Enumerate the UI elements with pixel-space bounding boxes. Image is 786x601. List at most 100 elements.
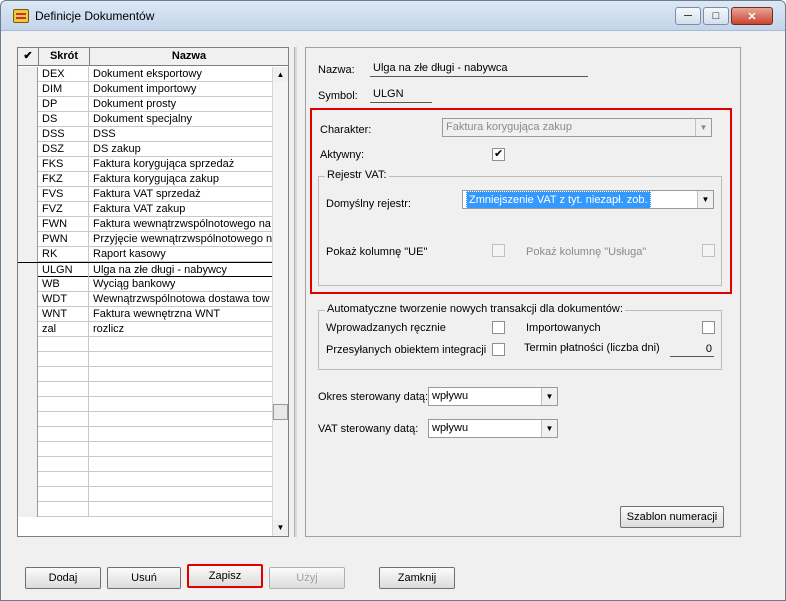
row-selector[interactable] — [18, 397, 38, 412]
pokaz-ue-label: Pokaż kolumnę "UE" — [326, 246, 428, 258]
table-row[interactable] — [18, 397, 272, 412]
table-row[interactable] — [18, 487, 272, 502]
table-row[interactable]: FWN Faktura wewnątrzwspólnotowego na — [18, 217, 272, 232]
row-selector[interactable] — [18, 382, 38, 397]
importowanych-checkbox[interactable] — [702, 321, 715, 334]
row-selector[interactable] — [18, 442, 38, 457]
grid-scrollbar[interactable]: ▲ ▼ — [272, 67, 288, 536]
scroll-up-button[interactable]: ▲ — [273, 67, 288, 82]
row-selector[interactable] — [18, 322, 38, 337]
row-code: WB — [39, 277, 89, 292]
table-row[interactable]: FKS Faktura korygująca sprzedaż — [18, 157, 272, 172]
table-row[interactable] — [18, 352, 272, 367]
row-selector[interactable] — [18, 142, 38, 157]
name-column-header[interactable]: Nazwa — [90, 48, 288, 66]
table-row[interactable]: WB Wyciąg bankowy — [18, 277, 272, 292]
charakter-select[interactable]: Faktura korygująca zakup ▼ — [442, 118, 712, 137]
row-selector[interactable] — [18, 67, 38, 82]
symbol-field[interactable]: ULGN — [370, 88, 432, 103]
table-row[interactable]: PWN Przyjęcie wewnątrzwspólnotowego n — [18, 232, 272, 247]
table-row[interactable]: WNT Faktura wewnętrzna WNT — [18, 307, 272, 322]
panel-splitter[interactable] — [294, 47, 297, 537]
row-selector[interactable] — [18, 352, 38, 367]
table-row[interactable]: DEX Dokument eksportowy — [18, 67, 272, 82]
row-name — [90, 352, 272, 367]
table-row[interactable]: WDT Wewnątrzwspólnotowa dostawa tow — [18, 292, 272, 307]
row-name: Raport kasowy — [93, 248, 166, 260]
row-code — [39, 412, 89, 427]
przesylanych-checkbox[interactable] — [492, 343, 505, 356]
close-button[interactable]: ✕ — [731, 7, 773, 25]
dodaj-button[interactable]: Dodaj — [25, 567, 101, 589]
scroll-down-button[interactable]: ▼ — [273, 520, 288, 535]
scroll-thumb[interactable] — [273, 404, 288, 420]
row-selector[interactable] — [18, 427, 38, 442]
row-selector[interactable] — [18, 292, 38, 307]
row-selector[interactable] — [18, 337, 38, 352]
szablon-numeracji-button[interactable]: Szablon numeracji — [620, 506, 724, 528]
table-row[interactable] — [18, 412, 272, 427]
row-selector[interactable] — [18, 127, 38, 142]
table-row[interactable] — [18, 427, 272, 442]
title-bar[interactable]: Definicje Dokumentów ─ □ ✕ — [1, 1, 785, 31]
row-code — [39, 442, 89, 457]
table-row[interactable]: DSS DSS — [18, 127, 272, 142]
row-selector[interactable] — [18, 307, 38, 322]
code-column-header[interactable]: Skrót — [39, 48, 90, 66]
row-selector[interactable] — [18, 232, 38, 247]
table-row[interactable]: RK Raport kasowy — [18, 247, 272, 262]
usun-button[interactable]: Usuń — [107, 567, 181, 589]
wprowadzanych-checkbox[interactable] — [492, 321, 505, 334]
table-row[interactable]: FVS Faktura VAT sprzedaż — [18, 187, 272, 202]
table-row[interactable] — [18, 382, 272, 397]
table-row[interactable]: ULGN Ulga na złe długi - nabywcy — [18, 262, 272, 278]
table-row[interactable] — [18, 457, 272, 472]
minimize-button[interactable]: ─ — [675, 7, 701, 25]
table-row[interactable]: zal rozlicz — [18, 322, 272, 337]
aktywny-checkbox[interactable] — [492, 147, 505, 161]
table-row[interactable] — [18, 367, 272, 382]
row-selector[interactable] — [18, 157, 38, 172]
pokaz-usluga-checkbox[interactable] — [702, 244, 715, 257]
row-name: Dokument prosty — [93, 98, 177, 110]
row-selector[interactable] — [18, 472, 38, 487]
row-selector[interactable] — [18, 217, 38, 232]
row-selector[interactable] — [18, 412, 38, 427]
table-row[interactable] — [18, 502, 272, 517]
vat-sterowany-select[interactable]: wpływu ▼ — [428, 419, 558, 438]
pokaz-ue-checkbox[interactable] — [492, 244, 505, 257]
zapisz-button[interactable]: Zapisz — [187, 564, 263, 588]
table-row[interactable]: DIM Dokument importowy — [18, 82, 272, 97]
row-selector[interactable] — [18, 187, 38, 202]
table-row[interactable] — [18, 337, 272, 352]
row-selector[interactable] — [18, 277, 38, 292]
table-row[interactable] — [18, 442, 272, 457]
row-selector[interactable] — [18, 502, 38, 517]
aktywny-label: Aktywny: — [320, 149, 365, 161]
termin-platnosci-field[interactable]: 0 — [670, 342, 714, 357]
row-selector[interactable] — [18, 202, 38, 217]
row-selector[interactable] — [18, 487, 38, 502]
row-selector[interactable] — [18, 247, 38, 262]
table-row[interactable]: DP Dokument prosty — [18, 97, 272, 112]
table-row[interactable]: DS Dokument specjalny — [18, 112, 272, 127]
row-selector[interactable] — [18, 112, 38, 127]
row-selector[interactable] — [18, 172, 38, 187]
row-selector[interactable] — [18, 457, 38, 472]
check-column-header[interactable]: ✔ — [18, 48, 39, 66]
domyslny-rejestr-select[interactable]: Zmniejszenie VAT z tyt. niezapł. zob. ▼ — [462, 190, 714, 209]
row-selector[interactable] — [18, 263, 38, 278]
maximize-button[interactable]: □ — [703, 7, 729, 25]
table-row[interactable] — [18, 472, 272, 487]
nazwa-field[interactable]: Ulga na złe długi - nabywca — [370, 62, 588, 77]
row-selector[interactable] — [18, 97, 38, 112]
table-row[interactable]: FKZ Faktura korygująca zakup — [18, 172, 272, 187]
row-selector[interactable] — [18, 367, 38, 382]
table-row[interactable]: DSZ DS zakup — [18, 142, 272, 157]
okres-sterowany-select[interactable]: wpływu ▼ — [428, 387, 558, 406]
row-selector[interactable] — [18, 82, 38, 97]
table-row[interactable]: FVZ Faktura VAT zakup — [18, 202, 272, 217]
okres-sterowany-value: wpływu — [432, 390, 469, 402]
zamknij-button[interactable]: Zamknij — [379, 567, 455, 589]
uzyj-button[interactable]: Użyj — [269, 567, 345, 589]
